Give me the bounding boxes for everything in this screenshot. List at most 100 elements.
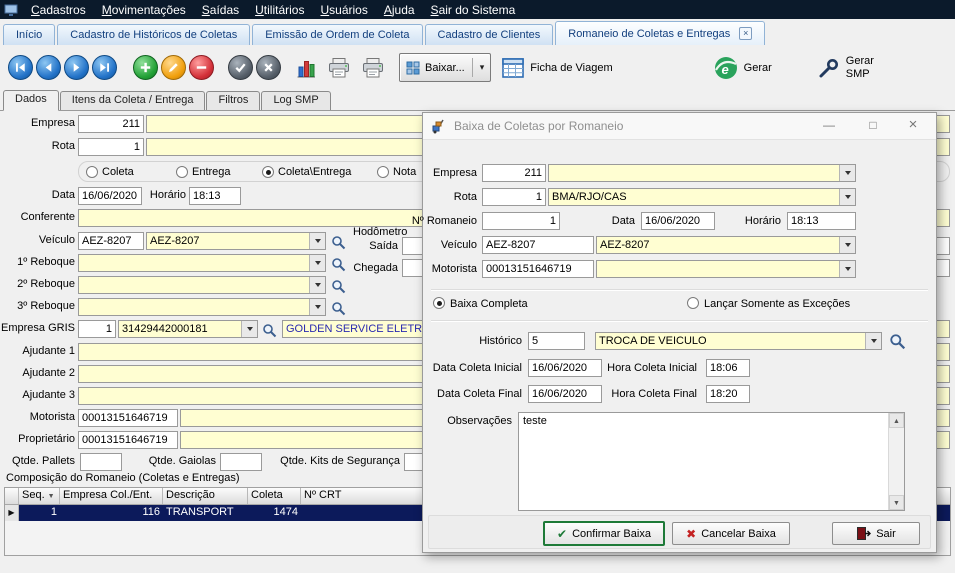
observacoes-textarea[interactable]: teste ▲ ▼ xyxy=(518,412,905,511)
subtab-filtros[interactable]: Filtros xyxy=(206,91,260,110)
radio-entrega[interactable] xyxy=(176,166,188,178)
veiculo-input[interactable] xyxy=(78,232,144,250)
print-button[interactable] xyxy=(327,57,351,79)
nav-next-button[interactable] xyxy=(64,55,89,80)
menu-sair-do-sistema[interactable]: Sair do Sistema xyxy=(423,2,524,18)
dlg-empresa-input[interactable] xyxy=(482,164,546,182)
dlg-hora-coleta-final-input[interactable] xyxy=(706,385,750,403)
radio-baixa-completa[interactable] xyxy=(433,297,445,309)
reboque2-search-icon[interactable] xyxy=(330,277,347,295)
dlg-rota-combo-arrow-icon[interactable] xyxy=(839,189,855,205)
reboque1-combo[interactable] xyxy=(78,254,326,272)
smp-tool-icon[interactable] xyxy=(818,57,840,79)
confirm-button[interactable] xyxy=(228,55,253,80)
veiculo-combo-arrow-icon[interactable] xyxy=(309,233,325,249)
menu-cadastros[interactable]: Cadastros xyxy=(23,2,94,18)
empresa-gris-combo-arrow-icon[interactable] xyxy=(241,321,257,337)
confirmar-baixa-button[interactable]: ✔ Confirmar Baixa xyxy=(543,521,665,546)
horario-input[interactable] xyxy=(189,187,241,205)
chart-button[interactable] xyxy=(295,57,317,79)
veiculo-combo[interactable]: AEZ-8207 xyxy=(146,232,326,250)
nav-last-button[interactable] xyxy=(92,55,117,80)
dlg-historico-input[interactable] xyxy=(528,332,585,350)
tab-inicio[interactable]: Início xyxy=(3,24,55,45)
dlg-hora-coleta-inicial-input[interactable] xyxy=(706,359,750,377)
print-report-button[interactable] xyxy=(361,57,385,79)
empresa-input[interactable] xyxy=(78,115,144,133)
reboque2-combo-arrow-icon[interactable] xyxy=(309,277,325,293)
qtde-gaiolas-input[interactable] xyxy=(220,453,262,471)
dialog-titlebar[interactable]: Baixa de Coletas por Romaneio — □ × xyxy=(423,113,936,140)
cancelar-baixa-button[interactable]: ✖ Cancelar Baixa xyxy=(672,522,790,545)
dlg-rota-input[interactable] xyxy=(482,188,546,206)
delete-button[interactable] xyxy=(189,55,214,80)
empresa-gris-combo[interactable]: 31429442000181 xyxy=(118,320,258,338)
scroll-up-icon[interactable]: ▲ xyxy=(889,413,904,428)
tab-emissao-ordem[interactable]: Emissão de Ordem de Coleta xyxy=(252,24,422,45)
historico-search-icon[interactable] xyxy=(889,332,906,350)
dlg-romaneio-input[interactable] xyxy=(482,212,560,230)
baixar-dropdown-arrow-icon[interactable]: ▾ xyxy=(480,62,485,73)
dlg-horario-input[interactable] xyxy=(787,212,856,230)
dlg-empresa-combo[interactable] xyxy=(548,164,856,182)
grid-col-seq[interactable]: Seq.▼ xyxy=(19,488,60,504)
grid-col-crt[interactable]: Nº CRT xyxy=(301,488,424,504)
dlg-rota-combo[interactable]: BMA/RJO/CAS xyxy=(548,188,856,206)
menu-usuarios[interactable]: Usuários xyxy=(312,2,375,18)
dlg-motorista-input[interactable] xyxy=(482,260,594,278)
qtde-pallets-input[interactable] xyxy=(80,453,122,471)
radio-coleta-entrega[interactable] xyxy=(262,166,274,178)
baixar-button[interactable]: Baixar... ▾ xyxy=(399,53,491,82)
radio-nota[interactable] xyxy=(377,166,389,178)
motorista-input[interactable] xyxy=(78,409,178,427)
edit-button[interactable] xyxy=(161,55,186,80)
radio-coleta[interactable] xyxy=(86,166,98,178)
menu-ajuda[interactable]: Ajuda xyxy=(376,2,423,18)
nav-previous-button[interactable] xyxy=(36,55,61,80)
menu-movimentacoes[interactable]: Movimentações xyxy=(94,2,194,18)
reboque3-combo-arrow-icon[interactable] xyxy=(309,299,325,315)
grid-col-coleta[interactable]: Coleta xyxy=(248,488,301,504)
ficha-viagem-icon[interactable] xyxy=(501,57,525,79)
observacoes-scrollbar[interactable]: ▲ ▼ xyxy=(888,413,904,510)
dlg-veiculo-combo-arrow-icon[interactable] xyxy=(839,237,855,253)
sair-button[interactable]: Sair xyxy=(832,522,920,545)
tab-cadastro-clientes[interactable]: Cadastro de Clientes xyxy=(425,24,554,45)
dlg-veiculo-input[interactable] xyxy=(482,236,594,254)
subtab-log-smp[interactable]: Log SMP xyxy=(261,91,330,110)
dlg-data-coleta-inicial-input[interactable] xyxy=(528,359,602,377)
minimize-button[interactable]: — xyxy=(818,118,840,132)
gerar-mdfe-label[interactable]: Gerar xyxy=(744,62,772,74)
close-button[interactable]: × xyxy=(902,118,924,132)
tab-cadastro-historicos[interactable]: Cadastro de Históricos de Coletas xyxy=(57,24,250,45)
mdfe-logo[interactable]: e xyxy=(713,55,739,81)
dlg-veiculo-combo[interactable]: AEZ-8207 xyxy=(596,236,856,254)
dlg-data-coleta-final-input[interactable] xyxy=(528,385,602,403)
dlg-data-input[interactable] xyxy=(641,212,715,230)
subtab-itens-coleta-entrega[interactable]: Itens da Coleta / Entrega xyxy=(60,91,206,110)
reboque1-search-icon[interactable] xyxy=(330,255,347,273)
ficha-viagem-label[interactable]: Ficha de Viagem xyxy=(530,62,612,74)
reboque3-combo[interactable] xyxy=(78,298,326,316)
grid-col-descricao[interactable]: Descrição xyxy=(163,488,248,504)
cancel-button[interactable] xyxy=(256,55,281,80)
proprietario-input[interactable] xyxy=(78,431,178,449)
grid-col-empresa[interactable]: Empresa Col./Ent. xyxy=(60,488,163,504)
reboque1-combo-arrow-icon[interactable] xyxy=(309,255,325,271)
maximize-button[interactable]: □ xyxy=(862,118,884,132)
empresa-gris-input[interactable] xyxy=(78,320,116,338)
reboque2-combo[interactable] xyxy=(78,276,326,294)
veiculo-search-icon[interactable] xyxy=(330,233,347,251)
gerar-smp-label[interactable]: Gerar SMP xyxy=(846,55,882,80)
nav-first-button[interactable] xyxy=(8,55,33,80)
dlg-motorista-combo[interactable] xyxy=(596,260,856,278)
dlg-empresa-combo-arrow-icon[interactable] xyxy=(839,165,855,181)
dlg-historico-combo-arrow-icon[interactable] xyxy=(865,333,881,349)
rota-input[interactable] xyxy=(78,138,144,156)
tab-close-icon[interactable]: × xyxy=(739,27,752,40)
menu-utilitarios[interactable]: Utilitários xyxy=(247,2,312,18)
empresa-gris-search-icon[interactable] xyxy=(261,321,278,339)
menu-saidas[interactable]: Saídas xyxy=(194,2,247,18)
scroll-down-icon[interactable]: ▼ xyxy=(889,495,904,510)
dlg-motorista-combo-arrow-icon[interactable] xyxy=(839,261,855,277)
